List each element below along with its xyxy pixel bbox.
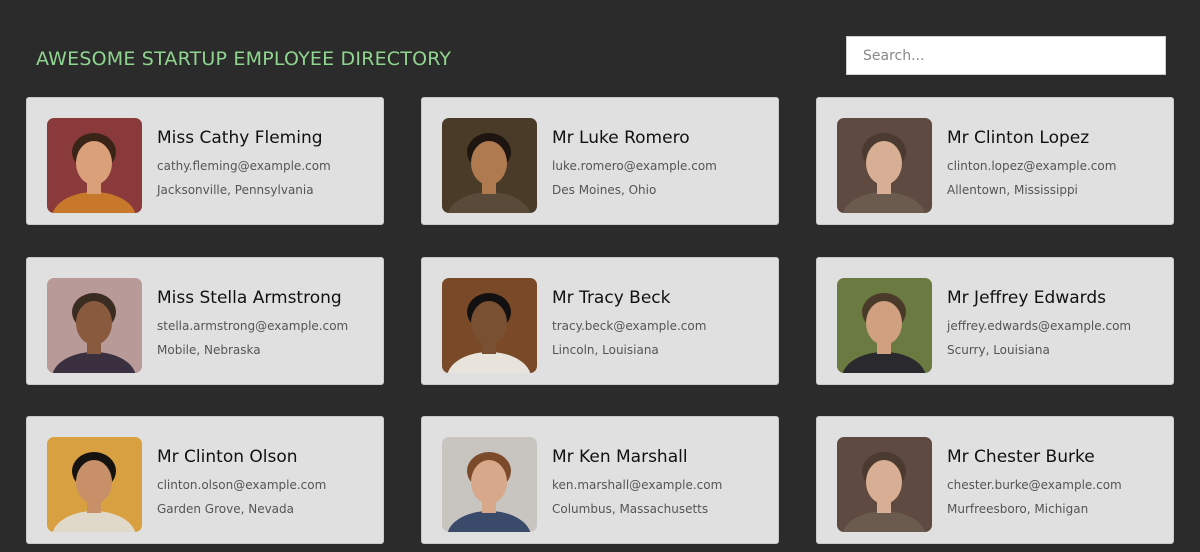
employee-card[interactable]: Miss Stella Armstrong stella.armstrong@ex… (26, 257, 384, 385)
employee-location: Lincoln, Louisiana (552, 343, 659, 357)
employee-card[interactable]: Mr Chester Burke chester.burke@example.co… (816, 416, 1174, 544)
avatar (442, 437, 537, 532)
avatar (442, 118, 537, 213)
employee-location: Murfreesboro, Michigan (947, 502, 1089, 516)
employee-name: Mr Jeffrey Edwards (947, 288, 1106, 308)
page-title: AWESOME STARTUP EMPLOYEE DIRECTORY (36, 48, 452, 70)
employee-email: stella.armstrong@example.com (157, 319, 349, 333)
employee-name: Mr Tracy Beck (552, 288, 671, 308)
avatar (837, 278, 932, 373)
avatar (47, 278, 142, 373)
employee-email: tracy.beck@example.com (552, 319, 707, 333)
employee-location: Des Moines, Ohio (552, 183, 657, 197)
employee-email: ken.marshall@example.com (552, 478, 723, 492)
employee-location: Columbus, Massachusetts (552, 502, 709, 516)
employee-name: Mr Ken Marshall (552, 447, 688, 467)
employee-email: cathy.fleming@example.com (157, 159, 331, 173)
employee-name: Mr Luke Romero (552, 128, 690, 148)
employee-name: Miss Stella Armstrong (157, 288, 342, 308)
employee-card[interactable]: Miss Cathy Fleming cathy.fleming@example.… (26, 97, 384, 225)
employee-email: chester.burke@example.com (947, 478, 1122, 492)
avatar (837, 118, 932, 213)
employee-email: clinton.lopez@example.com (947, 159, 1117, 173)
avatar (837, 437, 932, 532)
employee-card[interactable]: Mr Jeffrey Edwards jeffrey.edwards@exampl… (816, 257, 1174, 385)
employee-name: Miss Cathy Fleming (157, 128, 323, 148)
employee-card[interactable]: Mr Clinton Olson clinton.olson@example.co… (26, 416, 384, 544)
employee-email: jeffrey.edwards@example.com (947, 319, 1132, 333)
employee-card[interactable]: Mr Clinton Lopez clinton.lopez@example.co… (816, 97, 1174, 225)
employee-location: Allentown, Mississippi (947, 183, 1078, 197)
directory-page: AWESOME STARTUP EMPLOYEE DIRECTORY Miss … (0, 0, 1200, 552)
search-input[interactable] (846, 36, 1166, 75)
employee-name: Mr Chester Burke (947, 447, 1095, 467)
employee-name: Mr Clinton Lopez (947, 128, 1090, 148)
employee-location: Jacksonville, Pennsylvania (157, 183, 314, 197)
employee-name: Mr Clinton Olson (157, 447, 298, 467)
employee-location: Mobile, Nebraska (157, 343, 261, 357)
avatar (47, 437, 142, 532)
employee-email: clinton.olson@example.com (157, 478, 327, 492)
employee-card[interactable]: Mr Ken Marshall ken.marshall@example.com C… (421, 416, 779, 544)
employee-card[interactable]: Mr Tracy Beck tracy.beck@example.com Linco… (421, 257, 779, 385)
employee-location: Garden Grove, Nevada (157, 502, 295, 516)
employee-location: Scurry, Louisiana (947, 343, 1050, 357)
employee-email: luke.romero@example.com (552, 159, 717, 173)
avatar (442, 278, 537, 373)
employee-card[interactable]: Mr Luke Romero luke.romero@example.com Des… (421, 97, 779, 225)
avatar (47, 118, 142, 213)
